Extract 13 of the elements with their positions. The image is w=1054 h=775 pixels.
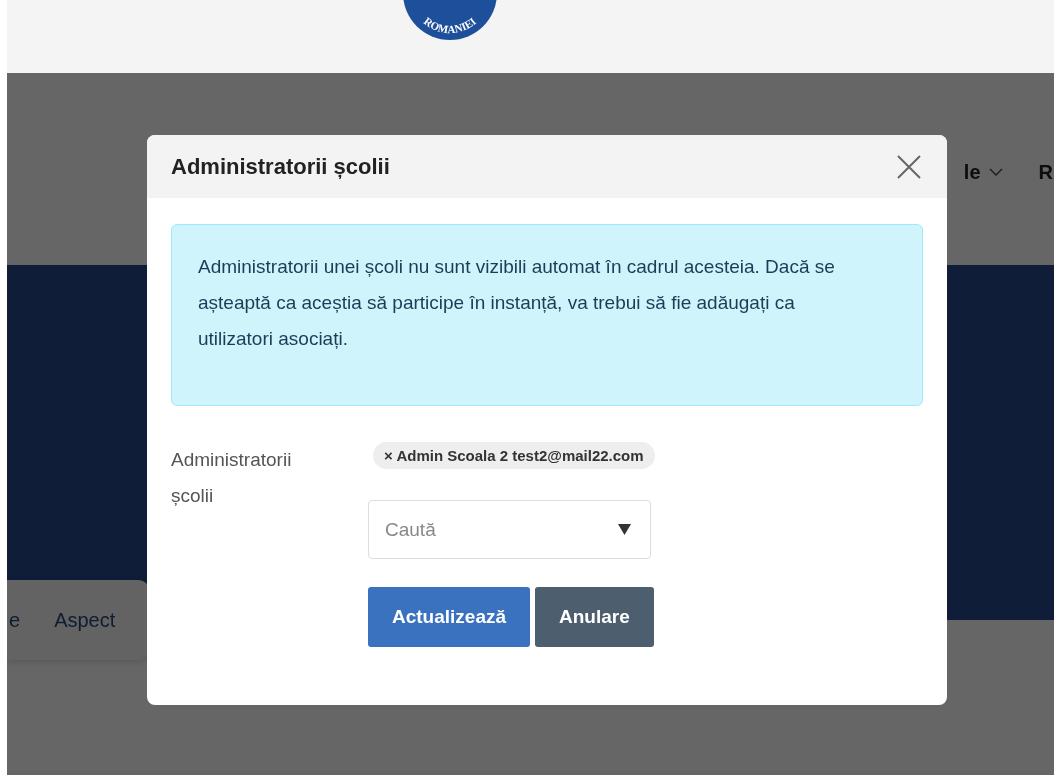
nav-item[interactable]: R — [1038, 160, 1053, 184]
search-select[interactable]: Caută — [368, 500, 651, 559]
update-button[interactable]: Actualizează — [368, 587, 531, 647]
tab[interactable]: e — [9, 608, 21, 632]
close-button[interactable] — [895, 152, 923, 181]
field-label: Administratorii școlii — [171, 448, 293, 508]
nav-item[interactable]: le — [963, 160, 1003, 184]
selected-tag[interactable]: × Admin Scoala 2 test2@mail22.com — [373, 442, 655, 469]
tab[interactable]: Aspect — [54, 608, 116, 632]
dropdown-triangle-icon — [618, 524, 631, 535]
info-alert: Administratorii unei școli nu sunt vizibili automat în cadrul acesteia. Dacă se așteaptă ca aceștia să participe în instanță, va trebui să fie adăugați ca utilizatori asociați. — [171, 224, 923, 406]
modal-title: Administratorii școlii — [171, 153, 390, 180]
cancel-button[interactable]: Anulare — [535, 587, 654, 647]
